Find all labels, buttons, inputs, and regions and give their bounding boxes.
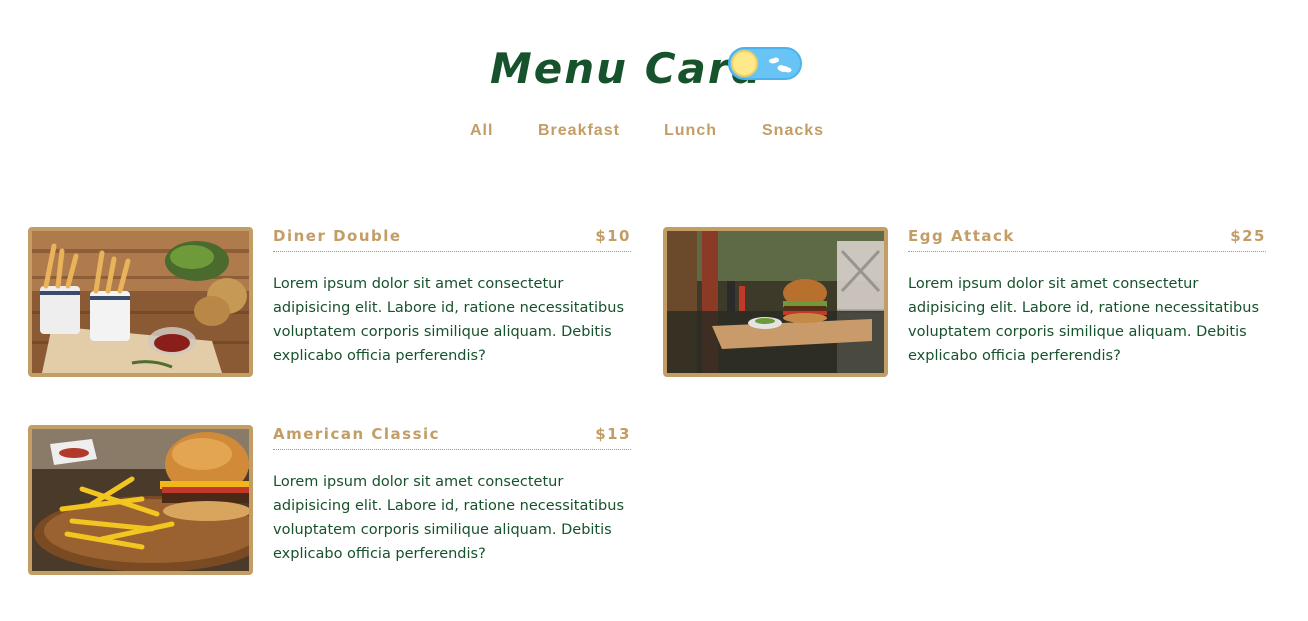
page-title: Menu Card <box>490 44 763 93</box>
cloud-icon <box>769 57 792 73</box>
category-nav: All Breakfast Lunch Snacks <box>0 120 1308 144</box>
nav-item-breakfast[interactable]: Breakfast <box>538 120 620 142</box>
theme-toggle[interactable] <box>728 47 802 80</box>
nav-item-lunch[interactable]: Lunch <box>664 120 717 142</box>
sun-icon <box>731 50 758 77</box>
nav-item-all[interactable]: All <box>470 120 493 142</box>
nav-item-snacks[interactable]: Snacks <box>762 120 824 142</box>
menu-item: American Classic $13 Lorem ipsum dolor s… <box>28 425 633 575</box>
item-name: Diner Double <box>273 227 402 245</box>
cheeseburger-and-fries-photo <box>28 425 253 575</box>
item-price: $25 <box>1230 227 1266 245</box>
item-description: Lorem ipsum dolor sit amet consectetur a… <box>273 276 625 364</box>
menu-item: Diner Double $10 Lorem ipsum dolor sit a… <box>28 227 633 377</box>
item-description: Lorem ipsum dolor sit amet consectetur a… <box>908 276 1260 364</box>
fries-and-potatoes-photo <box>28 227 253 377</box>
header: Menu Card <box>0 40 1308 100</box>
item-name: American Classic <box>273 425 441 443</box>
item-description: Lorem ipsum dolor sit amet consectetur a… <box>273 474 625 562</box>
item-name: Egg Attack <box>908 227 1015 245</box>
item-price: $13 <box>595 425 631 443</box>
burger-on-tray-photo <box>663 227 888 377</box>
menu-item: Egg Attack $25 Lorem ipsum dolor sit ame… <box>663 227 1268 377</box>
item-price: $10 <box>595 227 631 245</box>
